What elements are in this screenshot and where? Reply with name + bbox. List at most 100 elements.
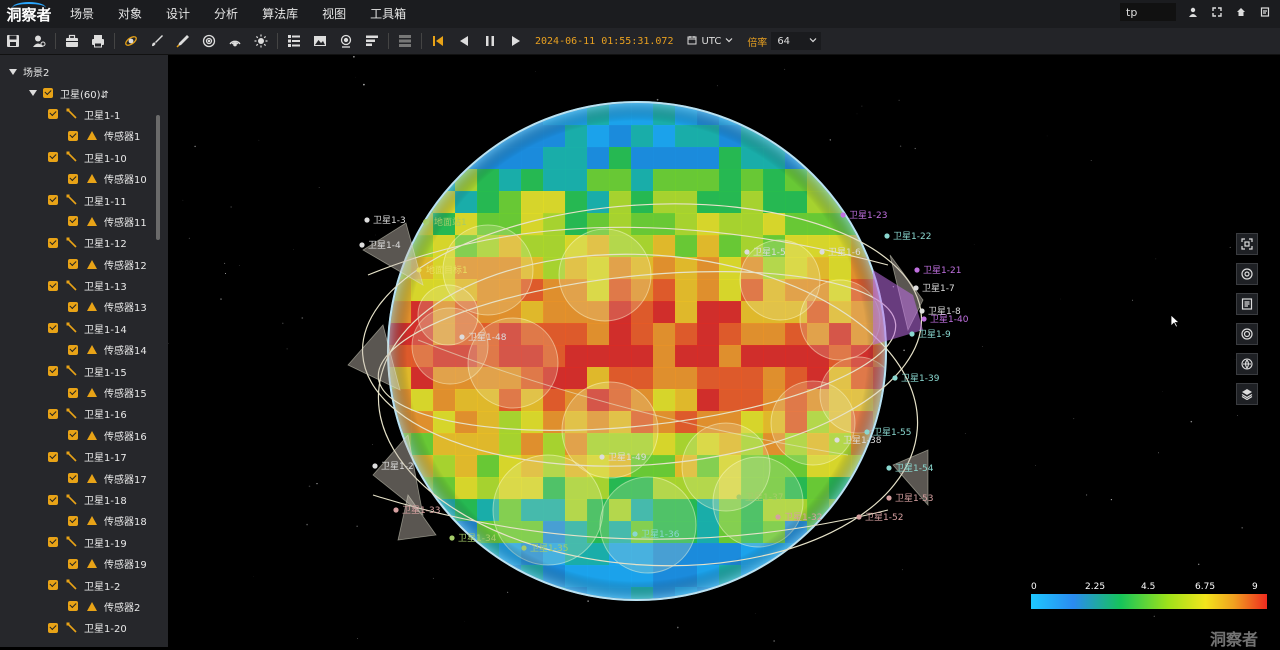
satellite-label[interactable]: 卫星1-48 [468,332,507,343]
compass-icon[interactable] [1236,263,1258,285]
tree-item-satellite[interactable]: 卫星1-17 [0,446,168,467]
checkbox[interactable] [48,109,58,119]
tree-item-sensor[interactable]: 传感器17 [0,467,168,488]
home-icon[interactable] [1234,5,1248,19]
satellite-label[interactable]: 卫星1-34 [458,533,497,544]
tree-item-satellite[interactable]: 卫星1-13 [0,275,168,296]
tree-item-sensor[interactable]: 传感器2 [0,596,168,617]
checkbox[interactable] [48,281,58,291]
tree-item-satellite[interactable]: 卫星1-12 [0,232,168,253]
fullscreen-icon[interactable] [1210,5,1224,19]
checkbox[interactable] [48,409,58,419]
tree-item-satellite[interactable]: 卫星1-10 [0,147,168,168]
satellite-label[interactable]: 卫星1-53 [895,493,933,504]
satellite-label[interactable]: 卫星1-22 [893,231,931,242]
checkbox[interactable] [48,623,58,633]
checkbox[interactable] [48,537,58,547]
menu-design[interactable]: 设计 [154,0,202,28]
checkbox[interactable] [48,238,58,248]
checkbox[interactable] [43,88,53,98]
ground-station-icon[interactable] [333,28,359,54]
satellite-label[interactable]: 卫星1-23 [849,210,887,221]
satellite-label[interactable]: 卫星1-38 [843,435,882,446]
tree-item-satellite[interactable]: 卫星1-18 [0,489,168,510]
list-tree-icon[interactable] [281,28,307,54]
satellite-label[interactable]: 卫星1-36 [641,529,680,540]
satellite-label[interactable]: 卫星1-32 [784,512,822,523]
tree-item-sensor[interactable]: 传感器19 [0,553,168,574]
satellite-label[interactable]: 卫星1-37 [745,492,783,503]
tree-item-satellite[interactable]: 卫星1-2 [0,574,168,595]
checkbox[interactable] [48,152,58,162]
checkbox[interactable] [68,259,78,269]
checkbox[interactable] [68,516,78,526]
checkbox[interactable] [68,216,78,226]
satellite-label[interactable]: 卫星1-3 [373,215,406,226]
tree-item-sensor[interactable]: 传感器13 [0,296,168,317]
globe-viewport[interactable]: 卫星1-23卫星1-22卫星1-21卫星1-7卫星1-8卫星1-40卫星1-9卫… [168,55,1280,647]
checkbox[interactable] [48,452,58,462]
checkbox[interactable] [48,195,58,205]
satellite-label[interactable]: 卫星1-5 [753,247,786,258]
checkbox[interactable] [68,473,78,483]
sun-icon[interactable] [248,28,274,54]
tree-item-satellite[interactable]: 卫星1-1 [0,104,168,125]
menu-algorithm-library[interactable]: 算法库 [250,0,310,28]
signal-icon[interactable] [222,28,248,54]
user-icon[interactable] [1186,5,1200,19]
tree-item-sensor[interactable]: 传感器11 [0,211,168,232]
satellite-label[interactable]: 卫星1-6 [828,247,861,258]
ground-station-label[interactable]: 地面站1 [434,216,467,228]
image-layer-icon[interactable] [307,28,333,54]
globe-icon[interactable] [1236,323,1258,345]
brush-icon[interactable] [144,28,170,54]
target-icon[interactable] [196,28,222,54]
print-icon[interactable] [85,28,111,54]
pen-icon[interactable] [170,28,196,54]
satellite-label[interactable]: 卫星1-9 [918,329,951,340]
tree-group[interactable]: 卫星(60)⇵ [0,82,168,103]
tree-item-satellite[interactable]: 卫星1-14 [0,318,168,339]
checkbox[interactable] [48,580,58,590]
save-icon[interactable] [0,28,26,54]
satellite-label[interactable]: 卫星1-4 [368,240,401,251]
menu-toolbox[interactable]: 工具箱 [358,0,418,28]
tree-item-satellite[interactable]: 卫星1-20 [0,617,168,638]
focus-icon[interactable] [1236,233,1258,255]
menu-view[interactable]: 视图 [310,0,358,28]
layers-icon[interactable] [1236,383,1258,405]
user-name-field[interactable] [1120,3,1176,21]
tree-item-sensor[interactable]: 传感器18 [0,510,168,531]
step-back-icon[interactable] [451,28,477,54]
tree-item-satellite[interactable]: 卫星1-11 [0,189,168,210]
checkbox[interactable] [48,366,58,376]
scrollbar[interactable] [156,115,160,240]
satellite-label[interactable]: 卫星1-7 [922,283,955,294]
document-icon[interactable] [1258,5,1272,19]
satellite-label[interactable]: 卫星1-40 [930,314,969,325]
play-icon[interactable] [503,28,529,54]
tree-item-sensor[interactable]: 传感器15 [0,382,168,403]
satellite-label[interactable]: 卫星1-35 [530,543,568,554]
menu-analysis[interactable]: 分析 [202,0,250,28]
menu-scene[interactable]: 场景 [58,0,106,28]
checkbox[interactable] [48,495,58,505]
skip-to-start-icon[interactable] [425,28,451,54]
checkbox[interactable] [68,559,78,569]
timezone-select[interactable]: UTC [681,35,739,48]
tree-item-sensor[interactable]: 传感器1 [0,125,168,146]
menu-object[interactable]: 对象 [106,0,154,28]
report-icon[interactable] [359,28,385,54]
simulation-time[interactable]: 2024-06-11 01:55:31.072 [529,36,681,47]
tree-item-sensor[interactable]: 传感器12 [0,254,168,275]
briefcase-icon[interactable] [59,28,85,54]
2d-3d-toggle-icon[interactable] [1236,353,1258,375]
user-settings-icon[interactable] [26,28,52,54]
satellite-label[interactable]: 卫星1-49 [608,452,647,463]
checkbox[interactable] [48,323,58,333]
checkbox[interactable] [68,131,78,141]
satellite-icon[interactable] [118,28,144,54]
checkbox[interactable] [68,388,78,398]
satellite-label[interactable]: 卫星1-52 [865,512,903,523]
satellite-label[interactable]: 卫星1-2 [381,461,414,472]
